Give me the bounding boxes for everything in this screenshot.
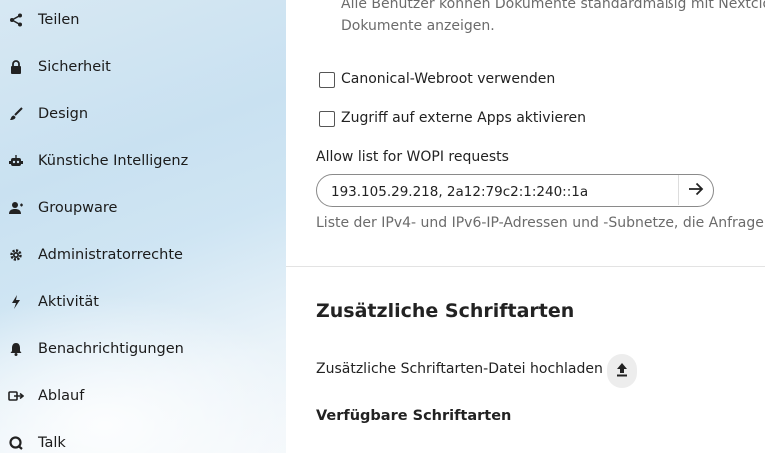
arrow-right-icon	[688, 181, 704, 200]
canonical-webroot-label[interactable]: Canonical-Webroot verwenden	[341, 71, 555, 87]
groupware-icon	[8, 200, 24, 216]
wopi-allowlist-label: Allow list for WOPI requests	[316, 149, 509, 165]
description-text-line1: Alle Benutzer können Dokumente standardm…	[341, 0, 765, 12]
external-apps-label[interactable]: Zugriff auf externe Apps aktivieren	[341, 110, 586, 126]
upload-fonts-label: Zusätzliche Schriftarten-Datei hochladen	[316, 361, 603, 377]
wopi-allowlist-field[interactable]	[316, 174, 714, 207]
lightning-icon	[8, 294, 24, 310]
sidebar-item-label: Künstiche Intelligenz	[38, 153, 189, 169]
flow-icon	[8, 388, 24, 404]
sidebar-item-teilen[interactable]: Teilen	[0, 0, 286, 40]
sidebar-item-label: Talk	[38, 435, 66, 451]
sidebar-item-sicherheit[interactable]: Sicherheit	[0, 47, 286, 87]
canonical-webroot-checkbox[interactable]	[319, 72, 335, 88]
sidebar-item-label: Benachrichtigungen	[38, 341, 184, 357]
sidebar-item-label: Teilen	[38, 12, 80, 28]
wopi-allowlist-input[interactable]	[329, 181, 673, 203]
share-icon	[8, 12, 24, 28]
sidebar-item-label: Ablauf	[38, 388, 85, 404]
sidebar-item-label: Groupware	[38, 200, 118, 216]
wopi-hint-text: Liste der IPv4- und IPv6-IP-Adressen und…	[316, 215, 765, 231]
admin-gear-icon	[8, 247, 24, 263]
wopi-submit-button[interactable]	[678, 175, 713, 205]
sidebar-item-label: Administratorrechte	[38, 247, 183, 263]
sidebar-item-label: Aktivität	[38, 294, 99, 310]
sidebar-item-label: Sicherheit	[38, 59, 111, 75]
main-content: Alle Benutzer können Dokumente standardm…	[286, 0, 765, 453]
sidebar-item-design[interactable]: Design	[0, 94, 286, 134]
bell-icon	[8, 341, 24, 357]
sidebar-item-aktivitaet[interactable]: Aktivität	[0, 282, 286, 322]
talk-icon	[8, 435, 24, 451]
sidebar-item-talk[interactable]: Talk	[0, 423, 286, 453]
sidebar-item-administratorrechte[interactable]: Administratorrechte	[0, 235, 286, 275]
sidebar-item-label: Design	[38, 106, 89, 122]
sidebar-item-ablauf[interactable]: Ablauf	[0, 376, 286, 416]
sidebar-item-benachrichtigungen[interactable]: Benachrichtigungen	[0, 329, 286, 369]
sidebar: Teilen Sicherheit Design Künstiche Intel…	[0, 0, 286, 453]
lock-icon	[8, 59, 24, 75]
upload-font-button[interactable]	[607, 354, 637, 388]
section-divider	[286, 266, 765, 267]
upload-icon	[615, 361, 629, 381]
description-text-line2: Dokumente anzeigen.	[341, 18, 495, 34]
sidebar-item-ki[interactable]: Künstiche Intelligenz	[0, 141, 286, 181]
available-fonts-heading: Verfügbare Schriftarten	[316, 408, 512, 424]
sidebar-item-groupware[interactable]: Groupware	[0, 188, 286, 228]
robot-icon	[8, 153, 24, 169]
external-apps-checkbox[interactable]	[319, 111, 335, 127]
fonts-section-heading: Zusätzliche Schriftarten	[316, 300, 575, 322]
paintbrush-icon	[8, 106, 24, 122]
